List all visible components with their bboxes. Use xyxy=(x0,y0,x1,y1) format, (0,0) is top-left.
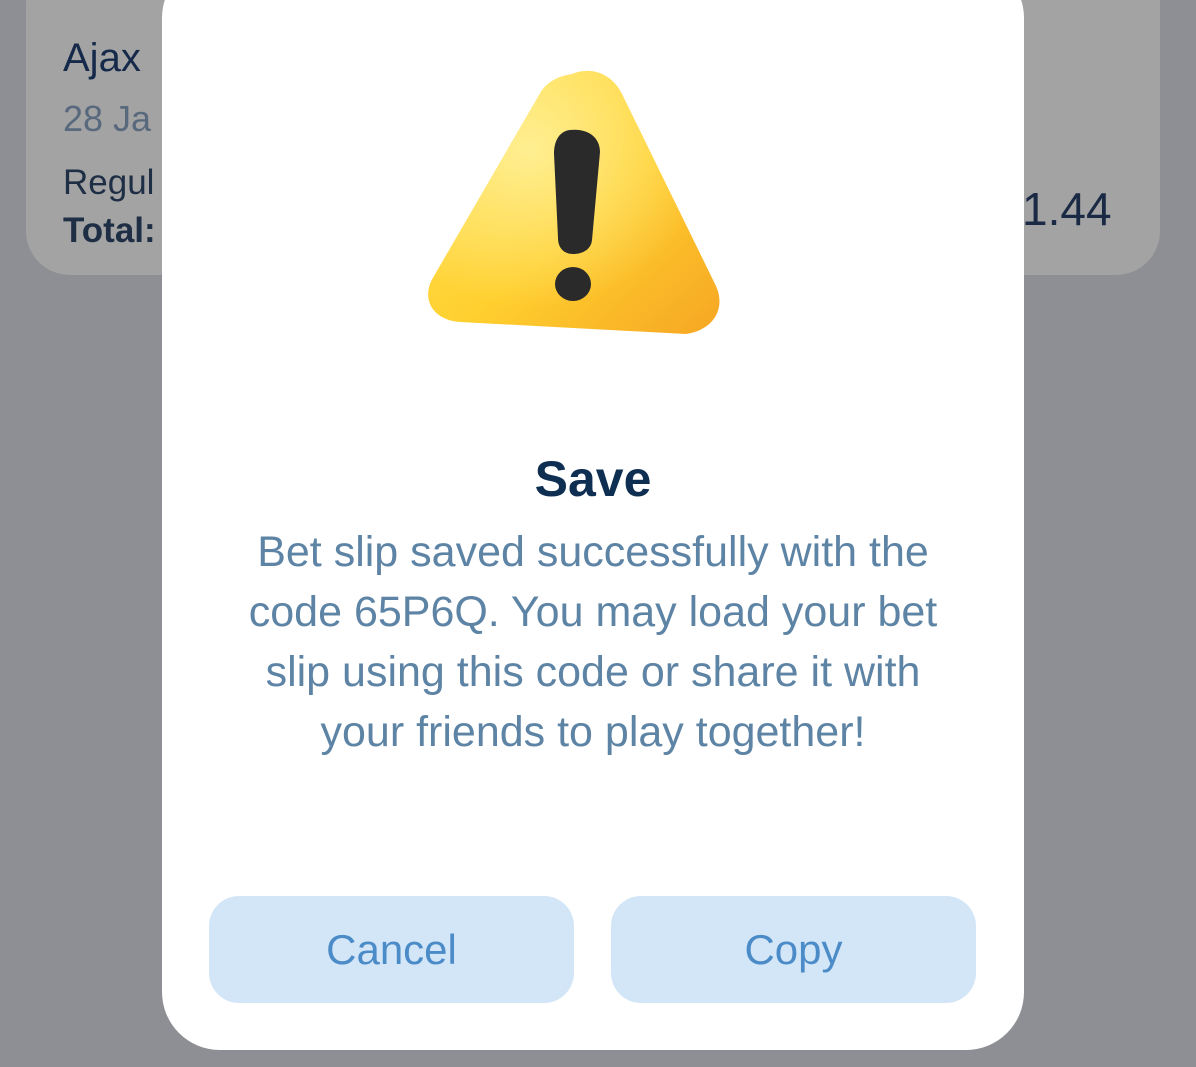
copy-button[interactable]: Copy xyxy=(611,896,976,1003)
cancel-button[interactable]: Cancel xyxy=(209,896,574,1003)
background-match-date: 28 Ja xyxy=(63,98,152,139)
dialog-title: Save xyxy=(534,451,652,507)
background-bet-type: Regul xyxy=(63,163,155,202)
background-total-label: Total: xyxy=(63,211,156,250)
save-dialog: Save Bet slip saved successfully with th… xyxy=(162,0,1024,1050)
background-odds-value: 1.44 xyxy=(1022,183,1112,235)
dialog-message: Bet slip saved successfully with the cod… xyxy=(248,528,938,756)
warning-icon xyxy=(424,68,724,348)
background-team-name: Ajax xyxy=(63,36,141,80)
